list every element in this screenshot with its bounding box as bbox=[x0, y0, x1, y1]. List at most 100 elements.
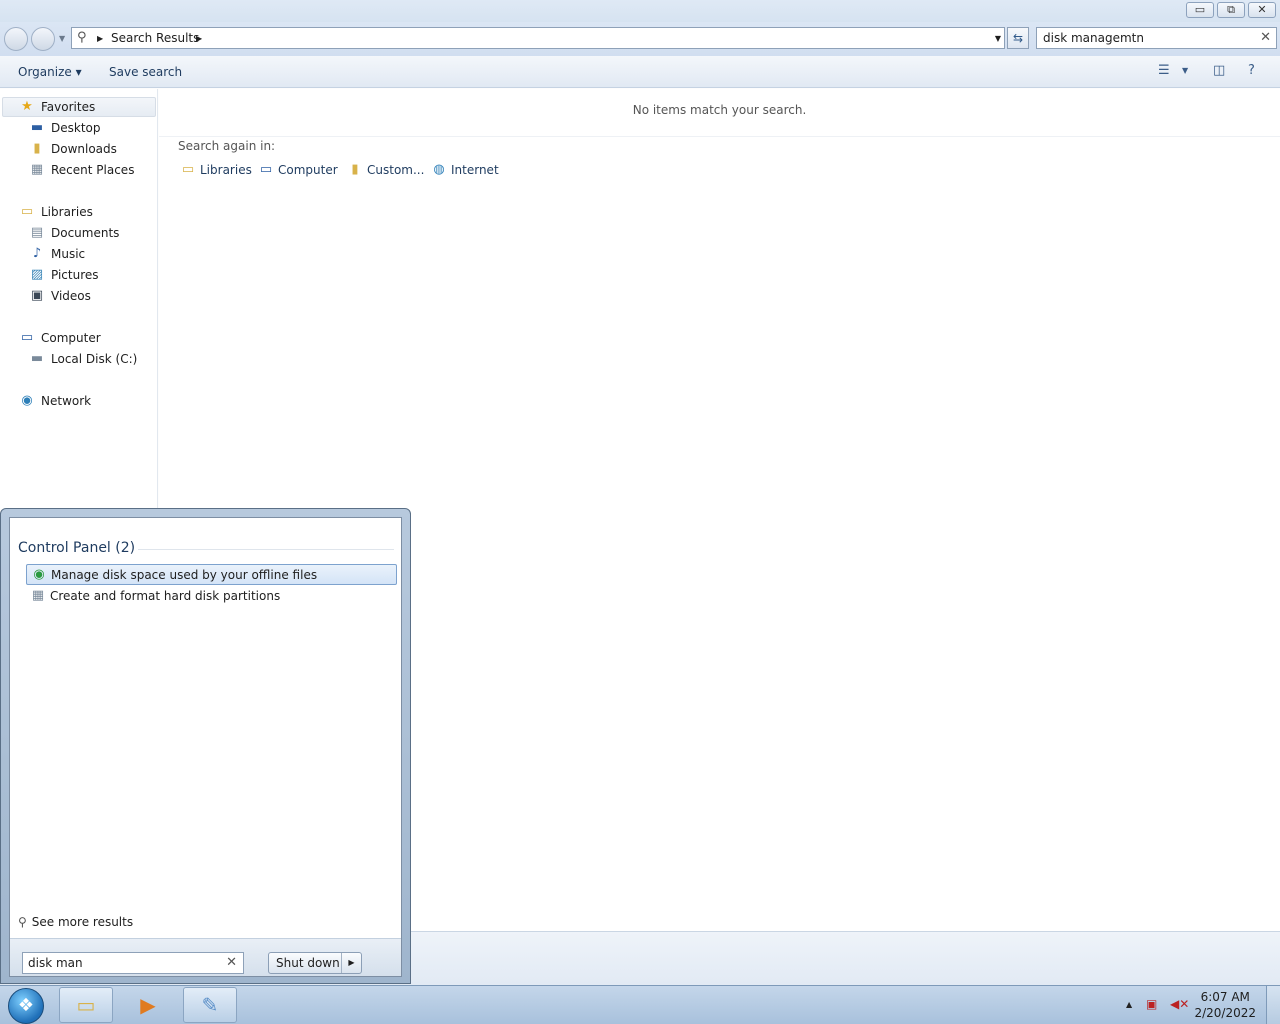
nav-documents[interactable]: ▤ Documents bbox=[29, 223, 120, 243]
breadcrumb-search-results[interactable]: Search Results bbox=[111, 31, 199, 45]
show-hidden-icons-icon[interactable]: ▲ bbox=[1126, 1000, 1132, 1009]
change-view-icon[interactable]: ☰ bbox=[1158, 63, 1170, 78]
clear-search-icon[interactable]: ✕ bbox=[1260, 30, 1271, 45]
nav-music-label: Music bbox=[51, 247, 86, 261]
view-options-dropdown-icon[interactable]: ▼ bbox=[1182, 66, 1188, 75]
nav-libraries[interactable]: ▭ Libraries bbox=[19, 202, 93, 222]
explorer-search-box[interactable]: ✕ bbox=[1036, 27, 1277, 49]
organize-button[interactable]: Organize ▾ bbox=[18, 65, 82, 79]
maximize-button[interactable]: ⧉ bbox=[1217, 2, 1245, 18]
nav-desktop-label: Desktop bbox=[51, 121, 101, 135]
explorer-search-input[interactable] bbox=[1043, 31, 1253, 45]
explorer-icon: ▭ bbox=[76, 993, 96, 1017]
nav-local-disk[interactable]: ▬ Local Disk (C:) bbox=[29, 349, 137, 369]
search-again-internet-label: Internet bbox=[451, 163, 499, 177]
shutdown-label: Shut down bbox=[276, 956, 340, 970]
recent-pages-dropdown-icon[interactable]: ▼ bbox=[59, 34, 65, 43]
search-again-custom[interactable]: ▮ Custom... bbox=[347, 162, 424, 178]
start-search-input[interactable] bbox=[28, 956, 218, 970]
nav-favorites[interactable]: ★ Favorites bbox=[2, 97, 156, 117]
close-button[interactable]: ✕ bbox=[1248, 2, 1276, 18]
nav-downloads[interactable]: ▮ Downloads bbox=[29, 139, 117, 159]
start-menu: Control Panel (2) ◉ Manage disk space us… bbox=[0, 508, 411, 984]
clock[interactable]: 6:07 AM 2/20/2022 bbox=[1194, 989, 1256, 1021]
preview-pane-icon[interactable]: ◫ bbox=[1213, 63, 1225, 78]
divider bbox=[138, 549, 394, 550]
taskbar-paint[interactable]: ✎ bbox=[183, 987, 237, 1023]
network-error-icon[interactable]: ▣ bbox=[1146, 997, 1157, 1011]
forward-button[interactable] bbox=[31, 27, 55, 51]
start-menu-results: Control Panel (2) ◉ Manage disk space us… bbox=[9, 517, 402, 977]
nav-pictures[interactable]: ▨ Pictures bbox=[29, 265, 99, 285]
back-button[interactable] bbox=[4, 27, 28, 51]
address-dropdown-icon[interactable]: ▼ bbox=[995, 34, 1001, 43]
nav-desktop[interactable]: ▬ Desktop bbox=[29, 118, 101, 138]
search-again-internet[interactable]: ◍ Internet bbox=[431, 162, 499, 178]
nav-videos[interactable]: ▣ Videos bbox=[29, 286, 91, 306]
libraries-icon: ▭ bbox=[181, 162, 195, 177]
computer-icon: ▭ bbox=[259, 162, 273, 177]
network-icon: ◉ bbox=[21, 393, 33, 408]
search-again-libraries-label: Libraries bbox=[200, 163, 252, 177]
music-icon: ♪ bbox=[32, 246, 42, 261]
nav-computer[interactable]: ▭ Computer bbox=[19, 328, 101, 348]
window-controls: ▭ ⧉ ✕ bbox=[1186, 2, 1276, 18]
videos-icon: ▣ bbox=[30, 288, 44, 303]
taskbar-media-player[interactable]: ▶ bbox=[121, 987, 175, 1023]
nav-local-disk-label: Local Disk (C:) bbox=[51, 352, 138, 366]
save-search-button[interactable]: Save search bbox=[109, 65, 182, 79]
start-search-box[interactable]: ✕ bbox=[22, 952, 244, 974]
control-panel-group-header[interactable]: Control Panel (2) bbox=[18, 540, 135, 556]
clock-date: 2/20/2022 bbox=[1194, 1006, 1256, 1020]
nav-pictures-label: Pictures bbox=[51, 268, 99, 282]
nav-network[interactable]: ◉ Network bbox=[19, 391, 91, 411]
result-create-format-partitions[interactable]: ▦ Create and format hard disk partitions bbox=[26, 585, 397, 606]
star-icon: ★ bbox=[21, 99, 33, 114]
system-tray: ▲ ▣ ◀✕ 6:07 AM 2/20/2022 bbox=[1090, 986, 1280, 1024]
shutdown-options-arrow-icon[interactable]: ▶ bbox=[341, 953, 361, 973]
show-desktop-button[interactable] bbox=[1266, 986, 1280, 1024]
disk-management-icon: ▦ bbox=[31, 587, 45, 603]
clear-search-icon[interactable]: ✕ bbox=[226, 955, 237, 970]
pictures-icon: ▨ bbox=[30, 267, 44, 282]
breadcrumb-arrow-icon[interactable]: ▶ bbox=[97, 34, 103, 43]
media-player-icon: ▶ bbox=[140, 993, 156, 1017]
search-again-custom-label: Custom... bbox=[367, 163, 425, 177]
command-toolbar: Organize ▾ Save search ☰ ▼ ◫ ? bbox=[0, 56, 1280, 88]
start-button[interactable]: ❖ bbox=[8, 988, 44, 1024]
search-again-label: Search again in: bbox=[178, 139, 276, 153]
see-more-results-link[interactable]: ⚲ See more results bbox=[18, 915, 133, 929]
nav-videos-label: Videos bbox=[51, 289, 91, 303]
see-more-results-label: See more results bbox=[31, 915, 134, 929]
result-create-format-partitions-label: Create and format hard disk partitions bbox=[50, 588, 281, 603]
desktop-icon: ▬ bbox=[30, 120, 44, 135]
search-again-libraries[interactable]: ▭ Libraries bbox=[180, 162, 252, 178]
search-icon: ⚲ bbox=[77, 30, 87, 45]
nav-recent-places[interactable]: ▦ Recent Places bbox=[29, 160, 135, 180]
libraries-icon: ▭ bbox=[20, 204, 34, 219]
documents-icon: ▤ bbox=[30, 225, 44, 240]
address-row: ▼ ⚲ ▶ Search Results ▶ ▼ ⇆ ✕ bbox=[0, 22, 1280, 56]
taskbar-explorer[interactable]: ▭ bbox=[59, 987, 113, 1023]
nav-downloads-label: Downloads bbox=[51, 142, 117, 156]
nav-recent-places-label: Recent Places bbox=[51, 163, 135, 177]
navigation-pane: ★ Favorites ▬ Desktop ▮ Downloads ▦ Rece… bbox=[0, 89, 158, 509]
internet-icon: ◍ bbox=[433, 162, 445, 177]
search-again-computer[interactable]: ▭ Computer bbox=[258, 162, 338, 178]
nav-network-label: Network bbox=[41, 394, 92, 408]
refresh-button[interactable]: ⇆ bbox=[1007, 27, 1029, 49]
result-manage-offline-files[interactable]: ◉ Manage disk space used by your offline… bbox=[26, 564, 397, 585]
address-bar[interactable]: ⚲ ▶ Search Results ▶ ▼ bbox=[71, 27, 1005, 49]
minimize-button[interactable]: ▭ bbox=[1186, 2, 1214, 18]
nav-music[interactable]: ♪ Music bbox=[29, 244, 85, 264]
shutdown-button[interactable]: Shut down ▶ bbox=[268, 952, 362, 974]
window-titlebar: ▭ ⧉ ✕ bbox=[0, 0, 1280, 22]
nav-computer-label: Computer bbox=[41, 331, 101, 345]
hard-disk-icon: ▬ bbox=[30, 351, 44, 366]
paint-icon: ✎ bbox=[201, 993, 219, 1017]
volume-muted-icon[interactable]: ◀✕ bbox=[1170, 997, 1189, 1011]
help-icon[interactable]: ? bbox=[1248, 63, 1255, 78]
start-menu-bottom: ✕ Shut down ▶ bbox=[10, 938, 401, 976]
breadcrumb-arrow-icon[interactable]: ▶ bbox=[196, 34, 202, 43]
search-icon: ⚲ bbox=[18, 915, 27, 929]
